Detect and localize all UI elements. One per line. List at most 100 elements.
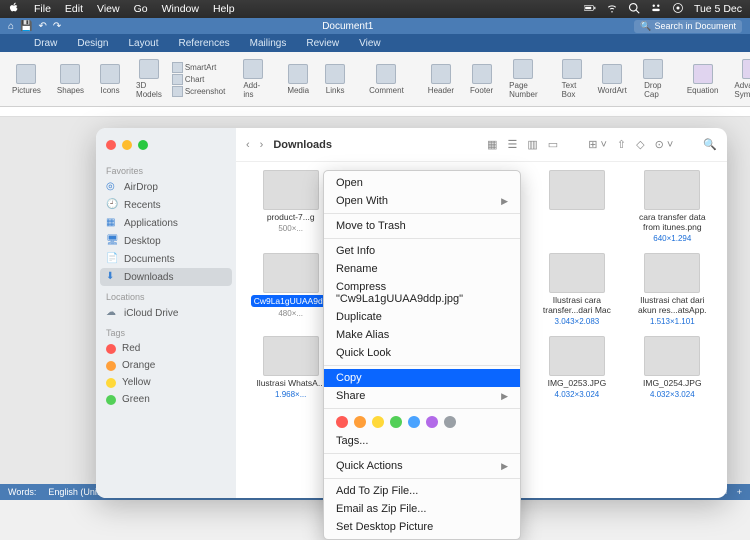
addins-button[interactable]: Add-ins (237, 57, 269, 101)
3dmodels-button[interactable]: 3D Models (130, 57, 168, 101)
share-button[interactable]: ⇧ (617, 138, 626, 151)
tab-view[interactable]: View (349, 35, 391, 52)
home-icon[interactable]: ⌂ (8, 21, 14, 32)
menu-make-alias[interactable]: Make Alias (324, 326, 520, 344)
words-count[interactable]: Words: (8, 487, 36, 497)
tag-color[interactable] (444, 416, 456, 428)
smartart-button[interactable]: SmartArt (172, 62, 225, 73)
control-center-icon[interactable] (650, 2, 662, 17)
back-button[interactable]: ‹ (246, 139, 250, 151)
menu-copy[interactable]: Copy (324, 369, 520, 387)
tab-design[interactable]: Design (67, 35, 118, 52)
menu-tags[interactable]: Tags... (324, 432, 520, 450)
menu-move-to-trash[interactable]: Move to Trash (324, 217, 520, 235)
file-item[interactable]: Ilustrasi WhatsA... 1.968×... (246, 336, 335, 399)
menu-go[interactable]: Go (134, 3, 148, 15)
menu-window[interactable]: Window (162, 3, 199, 15)
column-view-button[interactable]: ▥ (527, 138, 537, 151)
file-item[interactable]: cara transfer data from itunes.png 640×1… (628, 170, 717, 243)
menu-email-as-zip-file[interactable]: Email as Zip File... (324, 500, 520, 518)
battery-icon[interactable] (584, 2, 596, 17)
sidebar-item-applications[interactable]: ▦Applications (96, 214, 236, 232)
tab-review[interactable]: Review (296, 35, 349, 52)
minimize-button[interactable] (122, 140, 132, 150)
undo-icon[interactable]: ↶ (39, 21, 47, 32)
save-icon[interactable]: 💾 (20, 21, 32, 32)
menu-get-info[interactable]: Get Info (324, 242, 520, 260)
tag-green[interactable]: Green (96, 391, 236, 408)
menu-quick-look[interactable]: Quick Look (324, 344, 520, 362)
group-button[interactable]: ⊞ ˅ (588, 138, 607, 151)
menu-duplicate[interactable]: Duplicate (324, 308, 520, 326)
pagenumber-button[interactable]: Page Number (503, 57, 543, 101)
wifi-icon[interactable] (606, 2, 618, 17)
tag-color[interactable] (408, 416, 420, 428)
redo-icon[interactable]: ↷ (53, 21, 61, 32)
menu-open[interactable]: Open (324, 174, 520, 192)
chart-button[interactable]: Chart (172, 74, 225, 85)
tag-color[interactable] (354, 416, 366, 428)
menu-rename[interactable]: Rename (324, 260, 520, 278)
sidebar-item-documents[interactable]: 📄Documents (96, 250, 236, 268)
tab-mailings[interactable]: Mailings (240, 35, 297, 52)
sidebar-item-downloads[interactable]: ⬇Downloads (100, 268, 232, 286)
menu-add-to-zip-file[interactable]: Add To Zip File... (324, 482, 520, 500)
forward-button[interactable]: › (260, 139, 264, 151)
wordart-button[interactable]: WordArt (592, 62, 633, 97)
comment-button[interactable]: Comment (363, 62, 410, 97)
sidebar-item-recents[interactable]: 🕘Recents (96, 196, 236, 214)
equation-button[interactable]: Equation (681, 62, 725, 97)
zoom-in[interactable]: + (737, 487, 742, 497)
header-button[interactable]: Header (422, 62, 460, 97)
textbox-button[interactable]: Text Box (556, 57, 588, 101)
icon-view-button[interactable]: ▦ (487, 138, 497, 151)
tab-draw[interactable]: Draw (24, 35, 67, 52)
tab-references[interactable]: References (169, 35, 240, 52)
apple-icon[interactable] (8, 2, 20, 17)
menu-share[interactable]: Share▶ (324, 387, 520, 405)
file-item[interactable]: IMG_0253.JPG 4.032×3.024 (532, 336, 621, 399)
doc-search[interactable]: 🔍 Search in Document (634, 20, 742, 33)
file-item[interactable]: product-7...g 500×... (246, 170, 335, 243)
tag-color[interactable] (336, 416, 348, 428)
menu-open-with[interactable]: Open With▶ (324, 192, 520, 210)
fullscreen-button[interactable] (138, 140, 148, 150)
siri-icon[interactable] (672, 2, 684, 17)
sidebar-item-airdrop[interactable]: ◎AirDrop (96, 178, 236, 196)
close-button[interactable] (106, 140, 116, 150)
footer-button[interactable]: Footer (464, 62, 499, 97)
screenshot-button[interactable]: Screenshot (172, 86, 225, 97)
menu-compress-cw-la-guuaa-ddp-jpg[interactable]: Compress "Cw9La1gUUAA9ddp.jpg" (324, 278, 520, 308)
file-item[interactable]: IMG_0254.JPG 4.032×3.024 (628, 336, 717, 399)
tag-red[interactable]: Red (96, 340, 236, 357)
file-item[interactable]: Ilustrasi chat dari akun res...atsApp. 1… (628, 253, 717, 326)
menu-set-desktop-picture[interactable]: Set Desktop Picture (324, 518, 520, 536)
tag-orange[interactable]: Orange (96, 357, 236, 374)
sidebar-item-desktop[interactable]: 🖥Desktop (96, 232, 236, 250)
tag-color[interactable] (390, 416, 402, 428)
menu-file[interactable]: File (34, 3, 51, 15)
search-button[interactable]: 🔍 (703, 138, 717, 151)
search-icon[interactable] (628, 2, 640, 17)
tag-color[interactable] (426, 416, 438, 428)
tab-layout[interactable]: Layout (118, 35, 168, 52)
tag-color[interactable] (372, 416, 384, 428)
menu-help[interactable]: Help (213, 3, 235, 15)
list-view-button[interactable]: ☰ (508, 138, 518, 151)
sidebar-item-icloud-drive[interactable]: ☁iCloud Drive (96, 304, 236, 322)
tag-yellow[interactable]: Yellow (96, 374, 236, 391)
file-item[interactable] (532, 170, 621, 243)
file-item[interactable]: Cw9La1gUUAA9ddp.jpg 480×... (246, 253, 335, 326)
links-button[interactable]: Links (319, 62, 351, 97)
icons-button[interactable]: Icons (94, 62, 126, 97)
media-button[interactable]: Media (281, 62, 315, 97)
tag-button[interactable]: ◇ (636, 138, 644, 151)
action-button[interactable]: ⊙ ˅ (655, 138, 674, 151)
menu-quick-actions[interactable]: Quick Actions▶ (324, 457, 520, 475)
dropcap-button[interactable]: Drop Cap (637, 57, 669, 101)
menu-edit[interactable]: Edit (65, 3, 83, 15)
date-time[interactable]: Tue 5 Dec (694, 3, 742, 15)
gallery-view-button[interactable]: ▭ (548, 138, 558, 151)
file-item[interactable]: Ilustrasi cara transfer...dari Mac 3.043… (532, 253, 621, 326)
shapes-button[interactable]: Shapes (51, 62, 90, 97)
